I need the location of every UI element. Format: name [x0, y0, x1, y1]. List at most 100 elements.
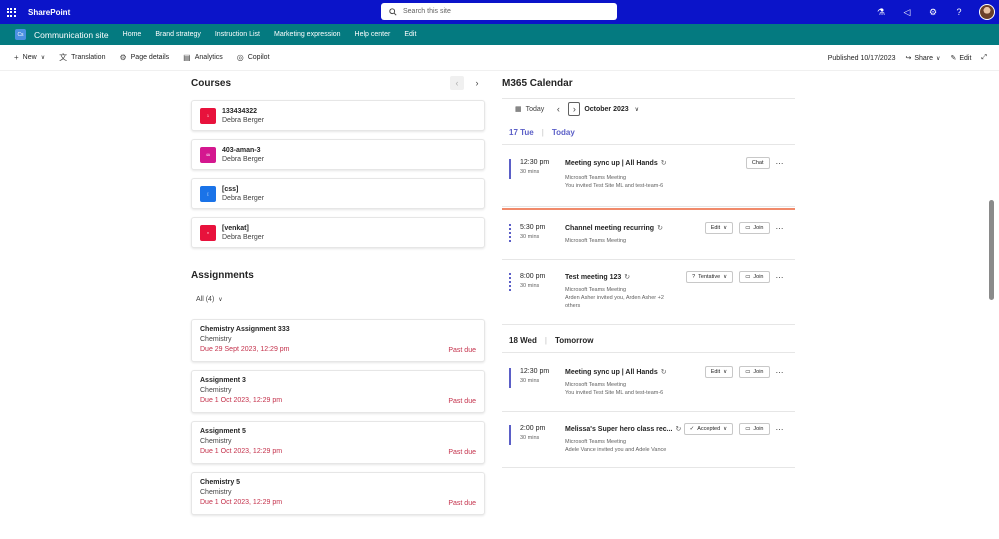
chevron-down-icon: ∨ [723, 274, 728, 280]
search-input[interactable]: Search this site [403, 8, 451, 15]
course-card[interactable]: [ [css] Debra Berger [191, 178, 485, 209]
join-label: Join [753, 369, 764, 375]
chat-button[interactable]: Chat [745, 157, 770, 169]
chevron-down-icon: ∨ [40, 55, 46, 61]
edit-event-button[interactable]: Edit ∨ [704, 222, 734, 234]
calendar-event[interactable]: 12:30 pm 30 mins Meeting sync up | All H… [509, 157, 794, 199]
divider [502, 206, 795, 207]
courses-title: Courses [191, 78, 232, 89]
analytics-button[interactable]: ▤ Analytics [183, 53, 223, 62]
rsvp-tentative-button[interactable]: ? Tentative ∨ [686, 271, 734, 283]
previous-page-button[interactable]: ‹ [450, 76, 464, 90]
nav-edit[interactable]: Edit [404, 31, 416, 38]
chevron-down-icon: ∨ [936, 55, 941, 62]
event-duration: 30 mins [520, 169, 540, 175]
event-attendees-more: others [565, 303, 581, 309]
join-button[interactable]: ▭ Join [739, 271, 770, 283]
course-owner: Debra Berger [222, 116, 265, 124]
assignment-card[interactable]: Assignment 5 Chemistry Due 1 Oct 2023, 1… [191, 421, 485, 464]
assignment-card[interactable]: Assignment 3 Chemistry Due 1 Oct 2023, 1… [191, 370, 485, 413]
avatar[interactable] [979, 4, 995, 20]
expand-icon[interactable]: ⤢ [981, 54, 987, 62]
megaphone-icon[interactable]: ◁ [901, 7, 913, 18]
help-icon[interactable]: ? [953, 7, 965, 17]
nav-instruction-list[interactable]: Instruction List [215, 31, 260, 38]
assignment-title: Assignment 3 [200, 377, 246, 384]
network-icon[interactable]: ⚗ [875, 7, 887, 18]
suite-bar: SharePoint Search this site ⚗ ◁ ⚙ ? [0, 0, 999, 24]
courses-pager: ‹ › [450, 76, 484, 90]
assignment-course: Chemistry [200, 387, 232, 394]
app-name[interactable]: SharePoint [28, 8, 70, 17]
more-options-icon[interactable]: ⋯ [776, 273, 785, 282]
new-button[interactable]: + New ∨ [14, 53, 45, 62]
site-title[interactable]: Communication site [34, 30, 109, 40]
assignment-status: Past due [448, 500, 476, 507]
calendar-event[interactable]: 12:30 pm 30 mins Meeting sync up | All H… [509, 366, 794, 408]
assignment-card[interactable]: Chemistry Assignment 333 Chemistry Due 2… [191, 319, 485, 362]
event-duration: 30 mins [520, 435, 540, 441]
page-scrollbar[interactable] [989, 200, 994, 300]
course-card[interactable]: v [venkat] Debra Berger [191, 217, 485, 248]
join-button[interactable]: ▭ Join [739, 423, 770, 435]
assignment-course: Chemistry [200, 489, 232, 496]
more-options-icon[interactable]: ⋯ [776, 224, 785, 233]
app-launcher-button[interactable] [0, 0, 22, 24]
event-location: Microsoft Teams Meeting [565, 439, 627, 445]
recurring-icon: ↻ [657, 225, 663, 232]
calendar-event[interactable]: 2:00 pm 30 mins Melissa's Super hero cla… [509, 423, 794, 465]
nav-marketing-expression[interactable]: Marketing expression [274, 31, 341, 38]
divider [502, 144, 795, 145]
assignment-card[interactable]: Chemistry 5 Chemistry Due 1 Oct 2023, 12… [191, 472, 485, 515]
join-button[interactable]: ▭ Join [739, 222, 770, 234]
day-header-tomorrow: 18 Wed | Tomorrow [509, 336, 593, 345]
course-card[interactable]: 4A 403-aman-3 Debra Berger [191, 139, 485, 170]
translation-button[interactable]: 文 Translation [59, 52, 105, 63]
event-attendees: You invited Test Site ML and test-team-6 [565, 183, 664, 189]
course-name: 403-aman-3 [222, 146, 261, 154]
join-button[interactable]: ▭ Join [739, 366, 770, 378]
more-options-icon[interactable]: ⋯ [776, 425, 785, 434]
waffle-icon [6, 7, 16, 17]
page-details-button[interactable]: ⚙ Page details [119, 53, 169, 62]
next-month-button[interactable]: › [568, 102, 581, 116]
month-picker-chevron-icon[interactable]: ∨ [635, 106, 639, 113]
assignments-filter-dropdown[interactable]: All (4) ∨ [196, 296, 223, 303]
edit-event-button[interactable]: Edit ∨ [704, 366, 734, 378]
more-options-icon[interactable]: ⋯ [776, 368, 785, 377]
today-button[interactable]: ▦ Today [515, 105, 544, 114]
divider [502, 259, 795, 260]
assignment-course: Chemistry [200, 438, 232, 445]
rsvp-accepted-button[interactable]: ✓ Accepted ∨ [683, 423, 734, 435]
event-duration: 30 mins [520, 234, 540, 240]
more-options-icon[interactable]: ⋯ [776, 159, 785, 168]
pencil-icon: ✎ [950, 55, 957, 62]
settings-gear-icon[interactable]: ⚙ [927, 7, 939, 18]
share-label: Share [914, 54, 934, 62]
day-date: 17 Tue [509, 128, 534, 137]
event-duration: 30 mins [520, 283, 540, 289]
nav-help-center[interactable]: Help center [355, 31, 391, 38]
filter-label: All (4) [196, 296, 215, 303]
calendar-event[interactable]: 8:00 pm 30 mins Test meeting 123 ↻ Micros… [509, 271, 794, 318]
edit-label: Edit [959, 54, 972, 62]
edit-button[interactable]: ✎ Edit [950, 54, 972, 63]
search-box[interactable]: Search this site [381, 3, 617, 20]
calendar-event[interactable]: 5:30 pm 30 mins Channel meeting recurrin… [509, 222, 794, 260]
course-name: [venkat] [222, 224, 249, 232]
copilot-button[interactable]: ◎ Copilot [237, 53, 270, 62]
course-owner: Debra Berger [222, 155, 265, 163]
divider [502, 411, 795, 412]
site-logo[interactable]: Cs [15, 29, 26, 40]
nav-home[interactable]: Home [123, 31, 142, 38]
course-card[interactable]: 1 133434322 Debra Berger [191, 100, 485, 131]
assignment-status: Past due [448, 398, 476, 405]
previous-month-button[interactable]: ‹ [552, 102, 564, 116]
new-label: New [22, 54, 37, 61]
chevron-down-icon: ∨ [723, 369, 728, 375]
rsvp-label: Tentative [698, 274, 721, 280]
next-page-button[interactable]: › [470, 76, 484, 90]
nav-brand-strategy[interactable]: Brand strategy [155, 31, 201, 38]
calendar-icon: ▦ [515, 106, 522, 113]
share-button[interactable]: ↪ Share ∨ [905, 54, 941, 63]
